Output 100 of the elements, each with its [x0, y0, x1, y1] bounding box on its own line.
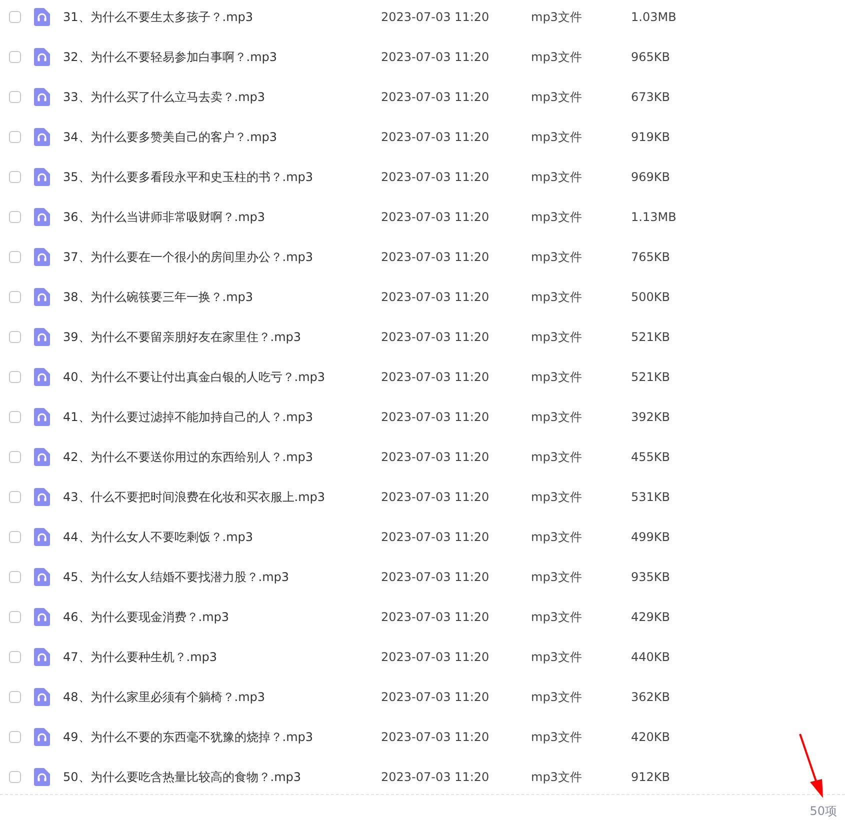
checkbox[interactable]: [9, 531, 21, 543]
checkbox[interactable]: [9, 491, 21, 503]
file-size: 440KB: [631, 650, 670, 664]
file-type: mp3文件: [531, 528, 583, 546]
file-name[interactable]: 39、为什么不要留亲朋好友在家里住？.mp3: [63, 328, 381, 346]
file-name[interactable]: 35、为什么要多看段永平和史玉柱的书？.mp3: [63, 168, 381, 186]
file-size: 673KB: [631, 90, 670, 104]
audio-file-icon: [34, 648, 50, 666]
file-name[interactable]: 48、为什么家里必须有个躺椅？.mp3: [63, 688, 381, 706]
file-size: 1.13MB: [631, 210, 676, 224]
checkbox[interactable]: [9, 571, 21, 583]
modified-date: 2023-07-03 11:20: [381, 10, 490, 24]
file-type: mp3文件: [531, 88, 583, 106]
checkbox[interactable]: [9, 731, 21, 743]
file-type: mp3文件: [531, 48, 583, 66]
checkbox[interactable]: [9, 411, 21, 423]
file-type: mp3文件: [531, 688, 583, 706]
file-type: mp3文件: [531, 568, 583, 586]
file-name[interactable]: 33、为什么买了什么立马去卖？.mp3: [63, 88, 381, 106]
audio-file-icon: [34, 8, 50, 26]
checkbox[interactable]: [9, 651, 21, 663]
audio-file-icon: [34, 168, 50, 186]
file-type: mp3文件: [531, 248, 583, 266]
checkbox[interactable]: [9, 611, 21, 623]
modified-date: 2023-07-03 11:20: [381, 210, 490, 224]
checkbox[interactable]: [9, 371, 21, 383]
file-name[interactable]: 46、为什么要现金消费？.mp3: [63, 608, 381, 626]
file-name[interactable]: 45、为什么女人结婚不要找潜力股？.mp3: [63, 568, 381, 586]
audio-file-icon: [34, 448, 50, 466]
checkbox[interactable]: [9, 131, 21, 143]
file-size: 935KB: [631, 570, 670, 584]
file-name[interactable]: 41、为什么要过滤掉不能加持自己的人？.mp3: [63, 408, 381, 426]
checkbox[interactable]: [9, 251, 21, 263]
file-name[interactable]: 38、为什么碗筷要三年一换？.mp3: [63, 288, 381, 306]
file-name[interactable]: 37、为什么要在一个很小的房间里办公？.mp3: [63, 248, 381, 266]
file-name[interactable]: 42、为什么不要送你用过的东西给别人？.mp3: [63, 448, 381, 466]
file-type: mp3文件: [531, 448, 583, 466]
audio-file-icon: [34, 608, 50, 626]
checkbox[interactable]: [9, 451, 21, 463]
checkbox[interactable]: [9, 171, 21, 183]
file-type: mp3文件: [531, 608, 583, 626]
file-name[interactable]: 40、为什么不要让付出真金白银的人吃亏？.mp3: [63, 368, 381, 386]
file-size: 969KB: [631, 170, 670, 184]
audio-file-icon: [34, 328, 50, 346]
modified-date: 2023-07-03 11:20: [381, 130, 490, 144]
file-size: 912KB: [631, 770, 670, 784]
file-size: 392KB: [631, 410, 670, 424]
checkbox[interactable]: [9, 771, 21, 783]
audio-file-icon: [34, 488, 50, 506]
file-size: 429KB: [631, 610, 670, 624]
file-name[interactable]: 32、为什么不要轻易参加白事啊？.mp3: [63, 48, 381, 66]
audio-file-icon: [34, 288, 50, 306]
audio-file-icon: [34, 48, 50, 66]
checkbox[interactable]: [9, 331, 21, 343]
checkbox[interactable]: [9, 91, 21, 103]
file-name[interactable]: 50、为什么要吃含热量比较高的食物？.mp3: [63, 768, 381, 786]
modified-date: 2023-07-03 11:20: [381, 370, 490, 384]
modified-date: 2023-07-03 11:20: [381, 250, 490, 264]
file-size: 1.03MB: [631, 10, 676, 24]
file-type: mp3文件: [531, 408, 583, 426]
file-size: 531KB: [631, 490, 670, 504]
checkbox[interactable]: [9, 11, 21, 23]
modified-date: 2023-07-03 11:20: [381, 410, 490, 424]
checkbox[interactable]: [9, 51, 21, 63]
file-size: 455KB: [631, 450, 670, 464]
audio-file-icon: [34, 408, 50, 426]
file-size: 362KB: [631, 690, 670, 704]
file-size: 765KB: [631, 250, 670, 264]
file-name[interactable]: 44、为什么女人不要吃剩饭？.mp3: [63, 528, 381, 546]
modified-date: 2023-07-03 11:20: [381, 290, 490, 304]
file-name[interactable]: 43、什么不要把时间浪费在化妆和买衣服上.mp3: [63, 488, 381, 506]
file-size: 965KB: [631, 50, 670, 64]
audio-file-icon: [34, 88, 50, 106]
modified-date: 2023-07-03 11:20: [381, 730, 490, 744]
file-name[interactable]: 47、为什么要种生机？.mp3: [63, 648, 381, 666]
modified-date: 2023-07-03 11:20: [381, 570, 490, 584]
modified-date: 2023-07-03 11:20: [381, 170, 490, 184]
checkbox[interactable]: [9, 291, 21, 303]
file-size: 500KB: [631, 290, 670, 304]
file-type: mp3文件: [531, 128, 583, 146]
file-name[interactable]: 34、为什么要多赞美自己的客户？.mp3: [63, 128, 381, 146]
file-name[interactable]: 49、为什么不要的东西毫不犹豫的烧掉？.mp3: [63, 728, 381, 746]
audio-file-icon: [34, 568, 50, 586]
modified-date: 2023-07-03 11:20: [381, 330, 490, 344]
modified-date: 2023-07-03 11:20: [381, 610, 490, 624]
checkbox[interactable]: [9, 211, 21, 223]
file-type: mp3文件: [531, 288, 583, 306]
modified-date: 2023-07-03 11:20: [381, 770, 490, 784]
audio-file-icon: [34, 528, 50, 546]
modified-date: 2023-07-03 11:20: [381, 530, 490, 544]
checkbox[interactable]: [9, 691, 21, 703]
file-size: 521KB: [631, 330, 670, 344]
file-name[interactable]: 36、为什么当讲师非常吸财啊？.mp3: [63, 208, 381, 226]
modified-date: 2023-07-03 11:20: [381, 90, 490, 104]
audio-file-icon: [34, 208, 50, 226]
modified-date: 2023-07-03 11:20: [381, 690, 490, 704]
file-name[interactable]: 31、为什么不要生太多孩子？.mp3: [63, 8, 381, 26]
audio-file-icon: [34, 368, 50, 386]
audio-file-icon: [34, 728, 50, 746]
item-count: 50项: [810, 803, 837, 820]
